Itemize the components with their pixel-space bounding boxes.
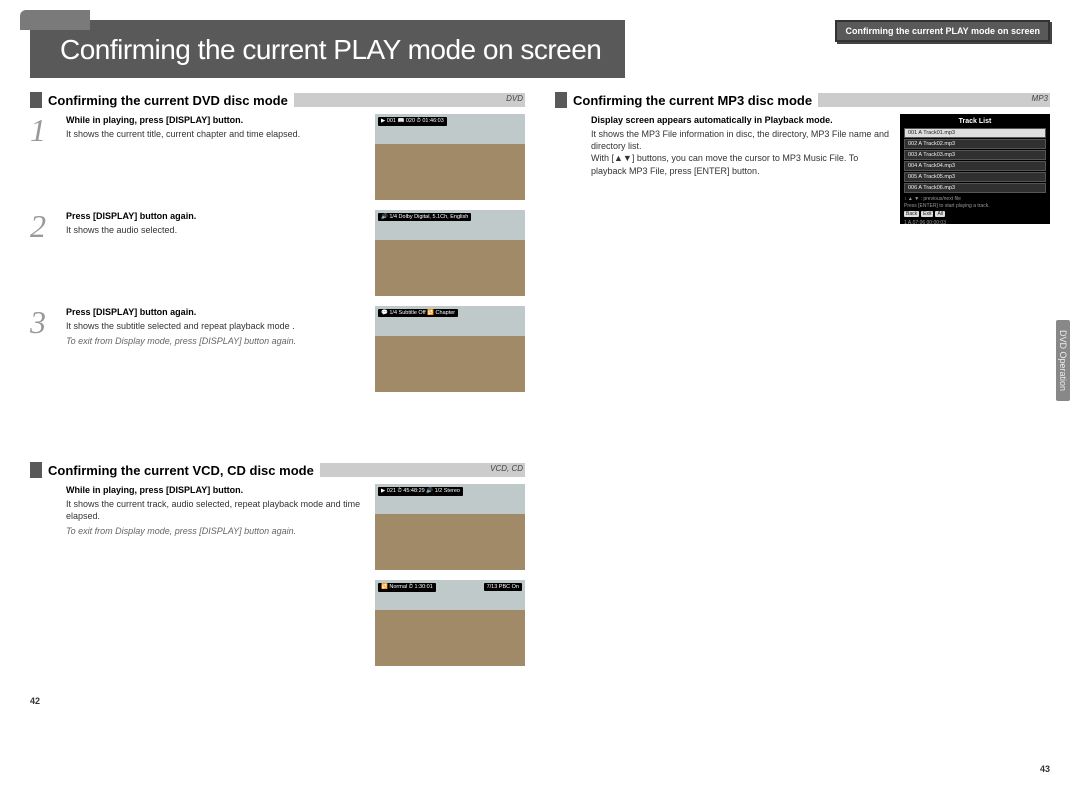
list-item: 005 A Track05.mp3 <box>904 172 1046 182</box>
step-body: It shows the subtitle selected and repea… <box>66 321 295 331</box>
step-number: 2 <box>30 210 58 296</box>
osd-overlay: ▶ 001 📖 020 ⏱ 01:46:03 <box>378 117 447 126</box>
page-number-right: 43 <box>555 764 1050 774</box>
list-item: 003 A Track03.mp3 <box>904 150 1046 160</box>
page-title: Confirming the current PLAY mode on scre… <box>30 20 625 78</box>
step-body: With [▲▼] buttons, you can move the curs… <box>591 153 858 175</box>
step-title: Press [DISPLAY] button again. <box>66 210 367 222</box>
step-2: 2 Press [DISPLAY] button again. It shows… <box>30 210 525 296</box>
osd-overlay: 💬 1/4 Subtitle Off 🔁 Chapter <box>378 309 458 317</box>
step-number: 1 <box>30 114 58 200</box>
step-mp3: 1 Display screen appears automatically i… <box>555 114 1050 224</box>
track-footer: 1 A.07:06 00:00:03 <box>904 220 1046 227</box>
step-3: 3 Press [DISPLAY] button again. It shows… <box>30 306 525 392</box>
screenshot: 💬 1/4 Subtitle Off 🔁 Chapter <box>375 306 525 392</box>
section-bar-icon <box>555 92 567 108</box>
step-vcd: 1 While in playing, press [DISPLAY] butt… <box>30 484 525 676</box>
step-number: 3 <box>30 306 58 392</box>
step-note: To exit from Display mode, press [DISPLA… <box>66 335 367 347</box>
osd-overlay: 🔊 1/4 Dolby Digital, 5.1Ch, English <box>378 213 471 221</box>
screenshot: ▶ 021 ⏱ 45:48:29 🔊 1/2 Stereo <box>375 484 525 570</box>
track-hint: ↕ ▲ ▼ : previous/next file <box>904 196 961 202</box>
list-item: 001 A Track01.mp3 <box>904 128 1046 138</box>
section-heading: Confirming the current MP3 disc mode <box>573 93 812 108</box>
track-list-title: Track List <box>904 118 1046 125</box>
step-body: It shows the current track, audio select… <box>66 499 360 521</box>
screenshot: 🔊 1/4 Dolby Digital, 5.1Ch, English <box>375 210 525 296</box>
osd-overlay: ▶ 021 ⏱ 45:48:29 🔊 1/2 Stereo <box>378 487 463 496</box>
screenshot: ▶ 001 📖 020 ⏱ 01:46:03 <box>375 114 525 200</box>
list-item: 002 A Track02.mp3 <box>904 139 1046 149</box>
osd-overlay: 🔁 Normal ⏱ 1:30:01 <box>378 583 436 592</box>
section-bar-icon <box>30 92 42 108</box>
disc-tag: MP3 <box>1032 94 1048 103</box>
step-title: Press [DISPLAY] button again. <box>66 306 367 318</box>
disc-tag: VCD, CD <box>490 464 523 473</box>
step-body: It shows the audio selected. <box>66 225 177 235</box>
step-body: It shows the current title, current chap… <box>66 129 300 139</box>
list-item: 004 A Track04.mp3 <box>904 161 1046 171</box>
side-tab-dvd-operation: DVD Operation <box>1056 320 1070 401</box>
track-btn: Back <box>904 211 919 217</box>
section-heading: Confirming the current DVD disc mode <box>48 93 288 108</box>
track-hint: Press [ENTER] to start playing a track. <box>904 203 990 209</box>
step-title: While in playing, press [DISPLAY] button… <box>66 484 367 496</box>
section-vcd: Confirming the current VCD, CD disc mode… <box>30 462 525 478</box>
step-title: Display screen appears automatically in … <box>591 114 892 126</box>
section-mp3: Confirming the current MP3 disc mode MP3 <box>555 92 1050 108</box>
section-bar-icon <box>30 462 42 478</box>
track-btn: All <box>935 211 945 217</box>
track-list-screen: Track List 001 A Track01.mp3 002 A Track… <box>900 114 1050 224</box>
section-heading: Confirming the current VCD, CD disc mode <box>48 463 314 478</box>
step-body: It shows the MP3 File information in dis… <box>591 129 889 151</box>
step-title: While in playing, press [DISPLAY] button… <box>66 114 367 126</box>
screenshot: 🔁 Normal ⏱ 1:30:01 7/13 PBC On <box>375 580 525 666</box>
page-title-mini: Confirming the current PLAY mode on scre… <box>835 20 1050 42</box>
step-1: 1 While in playing, press [DISPLAY] butt… <box>30 114 525 200</box>
list-item: 006 A Track06.mp3 <box>904 183 1046 193</box>
page-number-left: 42 <box>30 696 525 706</box>
track-btn: Exit <box>921 211 933 217</box>
step-note: To exit from Display mode, press [DISPLA… <box>66 525 367 537</box>
section-dvd: Confirming the current DVD disc mode DVD <box>30 92 525 108</box>
disc-tag: DVD <box>506 94 523 103</box>
osd-overlay: 7/13 PBC On <box>484 583 522 591</box>
